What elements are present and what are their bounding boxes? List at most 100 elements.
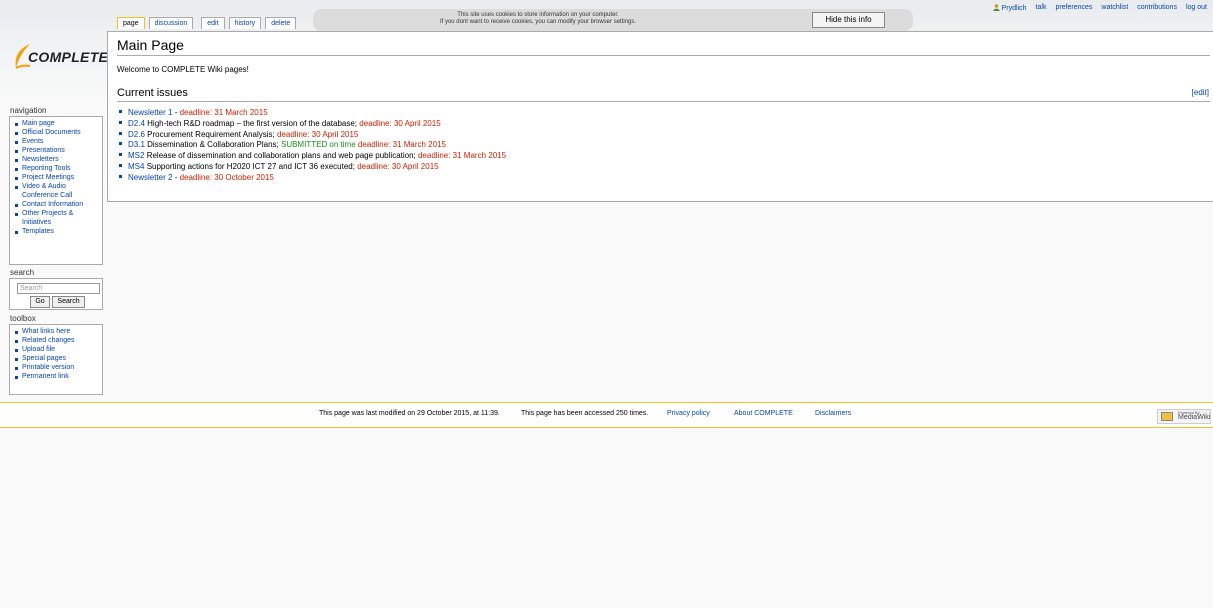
list-item: D2.6 Procurement Requirement Analysis; d…	[119, 130, 506, 141]
search-portlet: Search Go Search	[9, 278, 103, 310]
issue-deadline: deadline: 30 October 2015	[179, 172, 274, 182]
toolbox-what-links-here[interactable]: What links here	[14, 327, 102, 336]
list-item: MS4 Supporting actions for H2020 ICT 27 …	[119, 162, 506, 173]
personal-watchlist-link[interactable]: watchlist	[1101, 4, 1128, 12]
go-button[interactable]: Go	[30, 296, 50, 308]
footer-privacy-link[interactable]: Privacy policy	[667, 410, 710, 417]
list-item: Newsletter 2 - deadline: 30 October 2015	[119, 173, 506, 184]
tab-edit[interactable]: edit	[201, 17, 225, 29]
toolbox-upload-file[interactable]: Upload file	[14, 345, 102, 354]
toolbox-permanent-link[interactable]: Permanent link	[14, 372, 102, 381]
powered-by-mediawiki-badge[interactable]: Powered By MediaWiki	[1157, 409, 1211, 424]
bullet-icon	[119, 142, 122, 146]
sidebar-item-newsletters[interactable]: Newsletters	[14, 155, 102, 164]
site-logo[interactable]: COMPLETE	[6, 38, 109, 74]
issue-description: Procurement Requirement Analysis;	[147, 129, 277, 139]
issue-link[interactable]: D3.1	[128, 140, 145, 149]
personal-tools: Prydlich talk preferences watchlist cont…	[993, 4, 1207, 12]
personal-logout-link[interactable]: log out	[1186, 4, 1207, 12]
footer-last-modified: This page was last modified on 29 Octobe…	[319, 410, 500, 417]
hide-cookie-info-button[interactable]: Hide this info	[812, 12, 885, 28]
section-title: Current issues	[117, 87, 188, 99]
navigation-portlet: Main page Official Documents Events Pres…	[9, 116, 103, 265]
search-input[interactable]: Search	[17, 283, 100, 294]
sidebar-item-reporting-tools[interactable]: Reporting Tools	[14, 164, 102, 173]
logo-text: COMPLETE	[28, 49, 109, 65]
issue-link[interactable]: Newsletter 1	[128, 108, 172, 117]
personal-contributions-link[interactable]: contributions	[1137, 4, 1177, 12]
sidebar-item-events[interactable]: Events	[14, 137, 102, 146]
bullet-icon	[119, 120, 122, 124]
list-item: D3.1 Dissemination & Collaboration Plans…	[119, 140, 506, 151]
toolbox-related-changes[interactable]: Related changes	[14, 336, 102, 345]
section-edit-link[interactable]: [edit]	[1192, 88, 1209, 97]
sidebar-item-main-page[interactable]: Main page	[14, 119, 102, 128]
issues-list: Newsletter 1 - deadline: 31 March 2015 D2…	[119, 108, 506, 184]
footer-about-link[interactable]: About COMPLETE	[734, 410, 793, 417]
user-name: Prydlich	[1001, 5, 1027, 12]
sidebar-item-templates[interactable]: Templates	[14, 227, 102, 236]
navigation-title: navigation	[10, 106, 47, 115]
bullet-icon	[119, 163, 122, 167]
toolbox-special-pages[interactable]: Special pages	[14, 354, 102, 363]
issue-deadline: deadline: 31 March 2015	[357, 140, 446, 150]
tab-page[interactable]: page	[117, 17, 145, 29]
sidebar-item-video-audio[interactable]: Video & Audio Conference Call	[14, 182, 102, 200]
issue-link[interactable]: MS2	[128, 151, 144, 160]
bullet-icon	[119, 110, 122, 113]
section-divider	[117, 101, 1210, 102]
welcome-text: Welcome to COMPLETE Wiki pages!	[117, 65, 249, 74]
main-content: Main Page Welcome to COMPLETE Wiki pages…	[107, 31, 1213, 202]
issue-description: Dissemination & Collaboration Plans;	[147, 140, 281, 150]
issue-description: Release of dissemination and collaborati…	[146, 151, 418, 161]
user-link[interactable]: Prydlich	[993, 4, 1027, 12]
mediawiki-logo-icon	[1161, 412, 1173, 421]
bullet-icon	[119, 131, 122, 135]
issue-separator: -	[172, 108, 180, 117]
sidebar-item-contact-information[interactable]: Contact Information	[14, 200, 102, 209]
issue-deadline: deadline: 31 March 2015	[417, 151, 507, 161]
cookie-line-1: This site uses cookies to store informat…	[457, 12, 619, 18]
issue-description: High-tech R&D roadmap – the first versio…	[147, 118, 360, 128]
badge-mediawiki: MediaWiki	[1178, 414, 1211, 421]
list-item: Newsletter 1 - deadline: 31 March 2015	[119, 108, 506, 119]
tab-delete[interactable]: delete	[265, 17, 297, 29]
page-title: Main Page	[117, 37, 184, 53]
issue-deadline: deadline: 30 April 2015	[359, 118, 441, 128]
issue-description: Supporting actions for H2020 ICT 27 and …	[146, 161, 358, 171]
toolbox-title: toolbox	[10, 314, 36, 323]
issue-deadline: deadline: 30 April 2015	[276, 129, 359, 139]
footer-accessed: This page has been accessed 250 times.	[521, 410, 649, 417]
page-tabs: page discussion edit history delete	[117, 17, 300, 29]
user-icon	[993, 4, 1000, 11]
personal-preferences-link[interactable]: preferences	[1055, 4, 1092, 12]
issue-deadline: deadline: 31 March 2015	[179, 108, 268, 117]
sidebar-item-project-meetings[interactable]: Project Meetings	[14, 173, 102, 182]
cookie-message: This site uses cookies to store informat…	[313, 12, 763, 26]
toolbox-portlet: What links here Related changes Upload f…	[9, 324, 103, 395]
sidebar-item-other-projects[interactable]: Other Projects & Initiatives	[14, 209, 102, 227]
tab-discussion[interactable]: discussion	[148, 17, 194, 29]
bullet-icon	[119, 153, 122, 157]
sidebar-item-official-documents[interactable]: Official Documents	[14, 128, 102, 137]
sidebar-item-presentations[interactable]: Presentations	[14, 146, 102, 155]
search-button[interactable]: Search	[52, 296, 85, 308]
title-divider	[117, 55, 1210, 56]
issue-link[interactable]: MS4	[128, 162, 144, 171]
search-title: search	[10, 268, 35, 277]
issue-deadline: deadline: 30 April 2015	[357, 161, 439, 171]
issue-status: SUBMITTED on time	[280, 140, 358, 150]
toolbox-printable-version[interactable]: Printable version	[14, 363, 102, 372]
tab-history[interactable]: history	[228, 17, 262, 29]
issue-link[interactable]: D2.4	[128, 119, 145, 128]
issue-link[interactable]: Newsletter 2	[128, 173, 172, 182]
cookie-notice: This site uses cookies to store informat…	[313, 9, 913, 31]
issue-link[interactable]: D2.6	[128, 130, 145, 139]
personal-talk-link[interactable]: talk	[1036, 4, 1047, 12]
footer: This page was last modified on 29 Octobe…	[0, 402, 1213, 428]
footer-disclaimers-link[interactable]: Disclaimers	[815, 410, 851, 417]
list-item: MS2 Release of dissemination and collabo…	[119, 151, 506, 162]
issue-separator: -	[172, 172, 180, 182]
bullet-icon	[119, 174, 122, 178]
list-item: D2.4 High-tech R&D roadmap – the first v…	[119, 119, 506, 130]
